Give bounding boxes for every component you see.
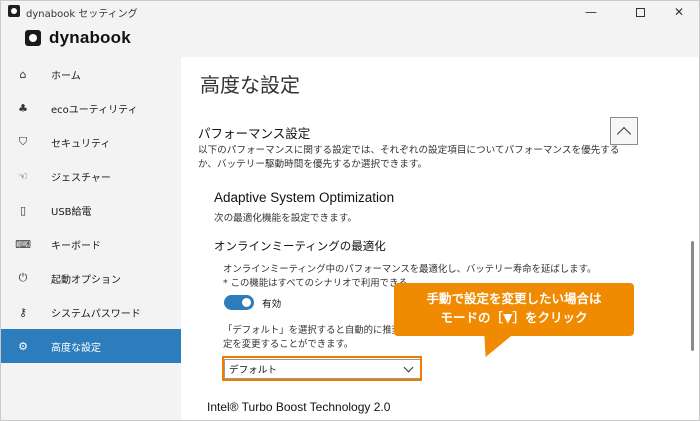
section-description: 以下のパフォーマンスに関する設定では、それぞれの設定項目についてパフォーマンスを… xyxy=(198,145,620,170)
page-title: 高度な設定 xyxy=(200,73,300,97)
shield-icon: ⛉ xyxy=(18,135,28,148)
instruction-callout: 手動で設定を変更したい場合は モードの［▼］をクリック xyxy=(394,283,634,336)
aso-title: Adaptive System Optimization xyxy=(214,190,395,205)
scrollbar[interactable] xyxy=(691,241,694,351)
sidebar-item-label: ecoユーティリティ xyxy=(51,104,138,116)
usb-icon: ▯ xyxy=(19,203,27,217)
sidebar-item-label: キーボード xyxy=(51,240,101,252)
brand-logo: dynabook xyxy=(25,27,131,49)
sidebar-item-label: セキュリティ xyxy=(51,138,111,150)
sidebar-item-gesture[interactable]: ☜ ジェスチャー xyxy=(1,159,181,193)
title-bar: dynabook セッティング — ✕ xyxy=(1,1,699,23)
toggle-label: 有効 xyxy=(262,299,282,310)
app-icon xyxy=(8,5,20,17)
callout-line2: モードの［▼］をクリック xyxy=(440,310,588,325)
omo-title: オンラインミーティングの最適化 xyxy=(214,239,386,253)
logo-icon xyxy=(25,30,41,46)
chevron-up-icon xyxy=(616,126,632,141)
sidebar-item-keyboard[interactable]: ⌨ キーボード xyxy=(1,227,181,261)
gear-icon: ⚙ xyxy=(18,339,28,353)
window-title: dynabook セッティング xyxy=(26,9,138,20)
maximize-button[interactable] xyxy=(622,1,658,23)
sidebar-item-advanced[interactable]: ⚙ 高度な設定 xyxy=(1,329,181,363)
eco-icon: ♣ xyxy=(18,101,28,115)
sidebar-item-label: システムパスワード xyxy=(51,308,141,320)
intel-turbo-title: Intel® Turbo Boost Technology 2.0 xyxy=(207,400,391,414)
sidebar-item-label: 起動オプション xyxy=(51,274,121,286)
select-highlight-frame xyxy=(222,356,422,381)
keyboard-icon: ⌨ xyxy=(15,237,31,251)
sidebar-item-label: USB給電 xyxy=(51,206,92,218)
key-icon: ⚷ xyxy=(18,305,28,319)
omo-desc-line1: オンラインミーティング中のパフォーマンスを最適化し、バッテリー寿命を延ばします。 xyxy=(223,264,597,275)
app-window: dynabook セッティング — ✕ dynabook ⌂ ホーム ♣ eco… xyxy=(0,0,700,421)
sidebar-item-usb[interactable]: ▯ USB給電 xyxy=(1,193,181,227)
home-icon: ⌂ xyxy=(19,67,27,81)
sidebar-item-system-password[interactable]: ⚷ システムパスワード xyxy=(1,295,181,329)
sidebar-item-label: 高度な設定 xyxy=(51,342,101,354)
default-desc-line2: 定を変更することができます。 xyxy=(223,339,354,350)
minimize-button[interactable]: — xyxy=(573,1,609,23)
section-title: パフォーマンス設定 xyxy=(198,126,311,141)
maximize-icon xyxy=(635,7,645,17)
sidebar-item-security[interactable]: ⛉ セキュリティ xyxy=(1,125,181,159)
sidebar-item-label: ジェスチャー xyxy=(51,172,111,184)
omo-toggle[interactable] xyxy=(224,295,254,310)
callout-line1: 手動で設定を変更したい場合は xyxy=(426,291,602,306)
gesture-icon: ☜ xyxy=(18,169,28,183)
aso-description: 次の最適化機能を設定できます。 xyxy=(214,213,357,224)
power-icon: ⏻ xyxy=(18,271,28,284)
sidebar: ⌂ ホーム ♣ ecoユーティリティ ⛉ セキュリティ ☜ ジェスチャー ▯ U… xyxy=(1,57,181,420)
collapse-button[interactable] xyxy=(610,117,638,145)
close-button[interactable]: ✕ xyxy=(661,1,697,23)
sidebar-item-home[interactable]: ⌂ ホーム xyxy=(1,57,181,91)
logo-text: dynabook xyxy=(49,28,131,47)
sidebar-item-eco[interactable]: ♣ ecoユーティリティ xyxy=(1,91,181,125)
sidebar-item-boot-options[interactable]: ⏻ 起動オプション xyxy=(1,261,181,295)
sidebar-item-label: ホーム xyxy=(51,70,81,82)
